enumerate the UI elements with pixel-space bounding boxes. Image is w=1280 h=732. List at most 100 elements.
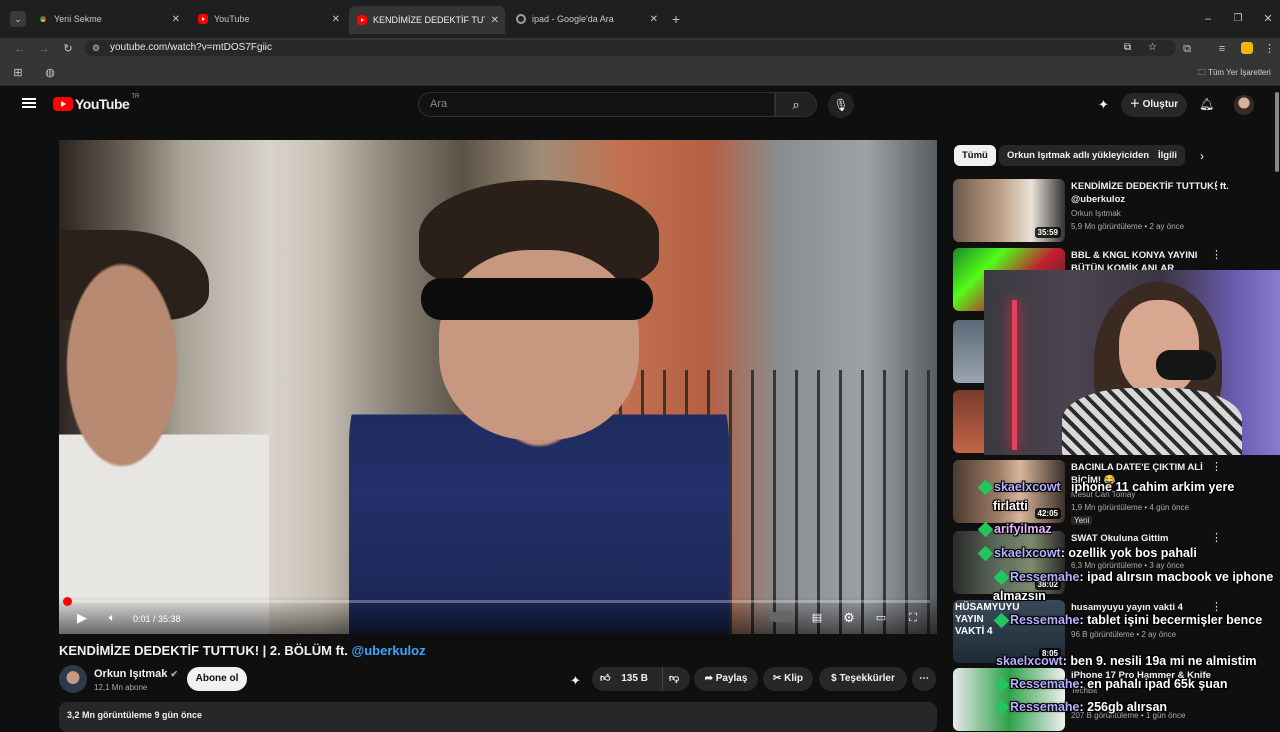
tab-label: Yeni Sekme: [54, 14, 102, 24]
like-button[interactable]: 👍︎ 135 B 👎︎: [592, 667, 690, 691]
media-controls-icon[interactable]: ≡: [1215, 41, 1229, 57]
extensions-icon[interactable]: ⧉: [1180, 41, 1194, 57]
tab-video[interactable]: KENDİMİZE DEDEKTİF TUTTUK ✕: [349, 6, 505, 34]
more-options-icon[interactable]: ⋮: [1211, 600, 1222, 613]
person-left: [59, 250, 269, 634]
youtube-icon: [357, 15, 367, 25]
avatar[interactable]: [1234, 95, 1254, 115]
bookmark-site-icon[interactable]: ◍: [42, 65, 58, 81]
close-icon[interactable]: ✕: [332, 14, 340, 25]
install-app-icon[interactable]: ⧉: [1124, 40, 1131, 56]
clip-button[interactable]: ✂ Klip: [763, 667, 813, 691]
video-player[interactable]: [59, 140, 937, 634]
address-bar[interactable]: ⚙ youtube.com/watch?v=mtDOS7Fgiic ⧉ ☆: [84, 40, 1176, 56]
cast-icon[interactable]: ✦: [1098, 97, 1109, 113]
minimize-button[interactable]: –: [1200, 11, 1216, 27]
chat-message: arifyilmaz: [977, 521, 1052, 538]
chrome-icon: [38, 14, 48, 24]
more-options-icon[interactable]: ⋮: [1211, 248, 1222, 261]
chat-message: almazsın: [993, 589, 1046, 603]
tab-search-button[interactable]: ⌄: [10, 11, 26, 27]
thanks-button[interactable]: $ Teşekkürler: [819, 667, 907, 691]
hamburger-menu-icon[interactable]: [22, 98, 36, 108]
url-text: youtube.com/watch?v=mtDOS7Fgiic: [110, 42, 273, 53]
progress-bar[interactable]: [66, 600, 930, 603]
voice-search-button[interactable]: 🎙: [828, 92, 854, 118]
streamer-face: [1119, 300, 1199, 396]
all-bookmarks[interactable]: 🗀 Tüm Yer İşaretleri: [1198, 67, 1271, 81]
scissors-icon: ✂: [772, 673, 785, 684]
progress-scrubber[interactable]: [63, 597, 72, 606]
volume-icon[interactable]: 🔈︎: [104, 610, 120, 626]
video-title: KENDİMİZE DEDEKTİF TUTTUK! | 2. BÖLÜM ft…: [59, 643, 426, 658]
apps-grid-icon[interactable]: ⊞: [10, 65, 26, 81]
subtitles-icon[interactable]: ▤: [808, 610, 826, 626]
ask-ai-icon[interactable]: ✦: [570, 673, 581, 689]
menu-icon[interactable]: ⋮: [1264, 41, 1275, 57]
back-button[interactable]: ←: [12, 41, 28, 57]
close-icon[interactable]: ✕: [491, 15, 499, 26]
led-light: [1012, 300, 1017, 450]
forward-button[interactable]: →: [36, 41, 52, 57]
window-close-button[interactable]: ✕: [1260, 11, 1276, 27]
play-icon[interactable]: ▶: [74, 610, 90, 626]
scrollbar-thumb[interactable]: [1275, 92, 1279, 172]
create-button[interactable]: ＋ Oluştur: [1121, 93, 1187, 117]
profile-icon[interactable]: [1241, 42, 1253, 54]
chip-related[interactable]: İlgili: [1150, 145, 1185, 166]
search-input[interactable]: Ara: [418, 92, 775, 117]
notifications-bell-icon[interactable]: 🔔︎: [1199, 97, 1214, 111]
reload-button[interactable]: ↻: [60, 41, 76, 57]
tab-label: ipad - Google'da Ara: [532, 14, 614, 24]
mention-link[interactable]: @uberkuloz: [352, 643, 426, 658]
new-tab-button[interactable]: +: [668, 11, 684, 27]
close-icon[interactable]: ✕: [172, 14, 180, 25]
autoplay-toggle[interactable]: [770, 612, 794, 622]
sunglasses: [421, 278, 653, 320]
youtube-logo[interactable]: YouTube TR: [53, 94, 139, 112]
subscriber-count: 12,1 Mn abone: [94, 683, 148, 692]
site-info-icon[interactable]: ⚙: [92, 40, 100, 56]
thumbs-up-icon: 👍︎: [600, 673, 611, 684]
chat-message: skaelxcowt: [977, 479, 1061, 496]
thumbs-down-icon[interactable]: 👎︎: [662, 667, 679, 691]
more-options-icon[interactable]: ⋮: [1211, 531, 1222, 544]
chat-badge-icon: [993, 699, 1010, 716]
search-button[interactable]: ⌕: [775, 92, 817, 117]
bookmark-star-icon[interactable]: ☆: [1148, 40, 1157, 56]
new-badge: Yeni: [1071, 516, 1093, 525]
time-display: 0:01 / 35:38: [133, 614, 181, 624]
search-icon: ⌕: [792, 97, 800, 112]
more-options-icon[interactable]: ⋮: [1211, 179, 1222, 192]
chat-message: skaelxcowt: ozellik yok bos pahali: [977, 545, 1197, 562]
tab-google-search[interactable]: ipad - Google'da Ara ✕: [508, 8, 664, 30]
tab-strip: ⌄ Yeni Sekme ✕ YouTube ✕ KENDİMİZE DEDEK…: [0, 0, 1280, 38]
tab-new-tab[interactable]: Yeni Sekme ✕: [30, 8, 186, 30]
chevron-right-icon[interactable]: ›: [1200, 149, 1204, 163]
restore-button[interactable]: ❐: [1230, 11, 1246, 27]
recommendation-card[interactable]: 35:59 KENDİMİZE DEDEKTİF TUTTUK! ft. @ub…: [953, 179, 1273, 243]
theater-mode-icon[interactable]: ▭: [872, 610, 890, 626]
share-icon: ➦: [704, 673, 716, 684]
settings-gear-icon[interactable]: ⚙: [841, 610, 857, 626]
description-box[interactable]: 3,2 Mn görüntüleme 9 gün önce: [59, 702, 937, 732]
tab-youtube[interactable]: YouTube ✕: [190, 8, 346, 30]
chip-all[interactable]: Tümü: [954, 145, 996, 166]
chat-badge-icon: [993, 612, 1010, 629]
share-button[interactable]: ➦ Paylaş: [694, 667, 758, 691]
subscribe-button[interactable]: Abone ol: [187, 667, 247, 691]
microphone: [1156, 350, 1216, 380]
fullscreen-icon[interactable]: ⛶: [905, 610, 921, 626]
chat-message: Ressemahe: 256gb alırsan: [993, 699, 1167, 716]
plus-icon: ＋: [1129, 99, 1143, 110]
youtube-logo-icon: [53, 97, 73, 111]
folder-icon: 🗀: [1198, 68, 1209, 77]
more-actions-button[interactable]: ⋯: [912, 667, 936, 691]
chip-from-uploader[interactable]: Orkun Işıtmak adlı yükleyiciden: [999, 145, 1158, 166]
bookmarks-bar: ⊞ ◍ 🗀 Tüm Yer İşaretleri: [0, 60, 1280, 86]
more-options-icon[interactable]: ⋮: [1211, 460, 1222, 473]
channel-name[interactable]: Orkun Işıtmak ✔: [94, 668, 178, 680]
channel-avatar[interactable]: [59, 665, 87, 693]
video-thumbnail: 38:02: [953, 531, 1065, 594]
close-icon[interactable]: ✕: [650, 14, 658, 25]
